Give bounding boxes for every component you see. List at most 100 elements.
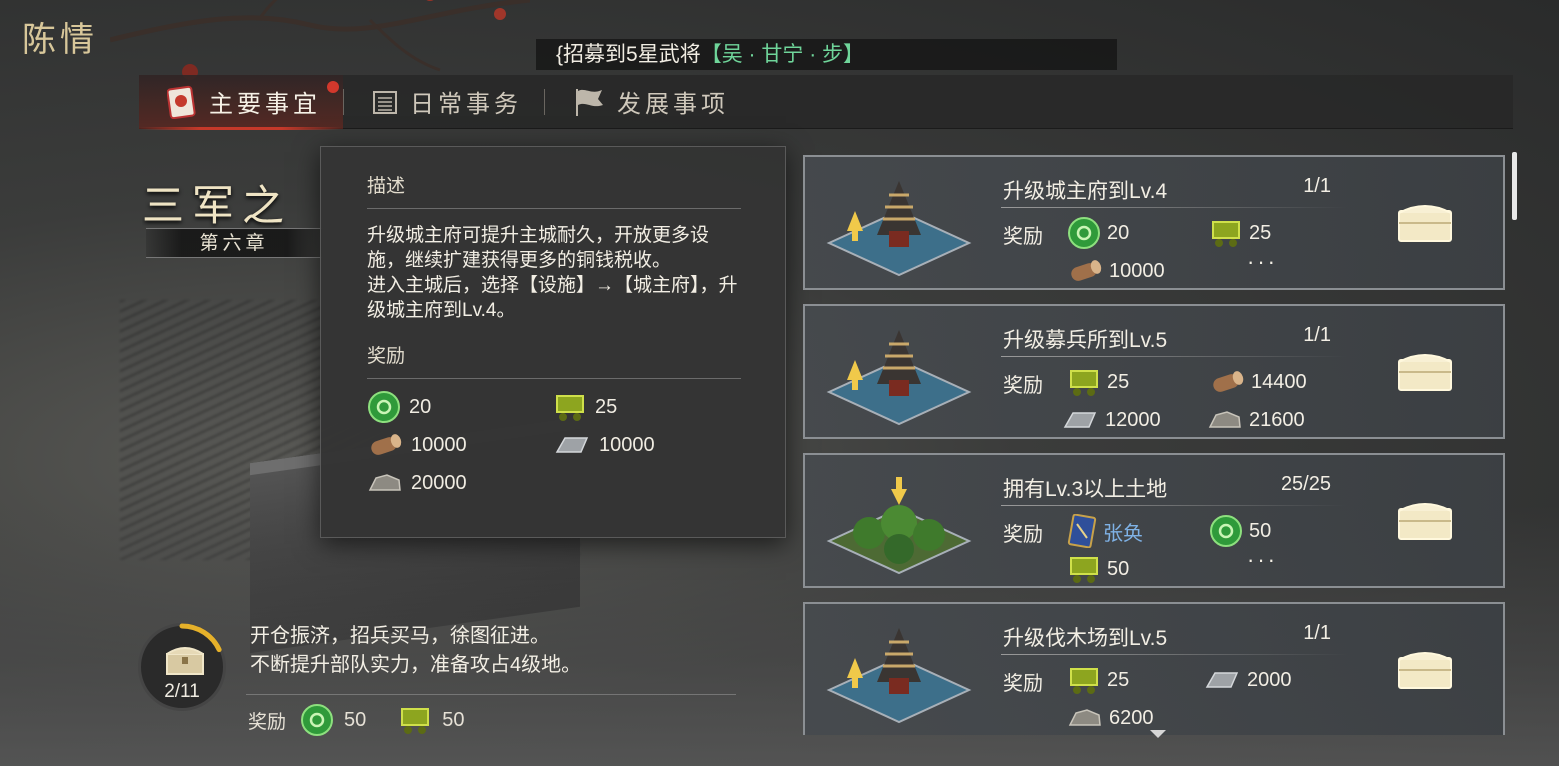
task-progress: 1/1 [1303,324,1331,346]
task-title: 拥有Lv.3以上土地 [1003,478,1168,501]
stone-icon [368,474,401,491]
document-icon [167,85,196,119]
scroll-down-indicator [1150,730,1166,738]
iron-ingot-icon [555,437,589,453]
reward-item: 12000 [1061,405,1161,435]
reward-item: 20 [1067,217,1130,249]
reward-value: 25 [1249,221,1272,244]
reward-item: 20000 [367,469,553,497]
reward-item[interactable]: 张奂 [1067,514,1143,548]
calendar-icon [373,90,397,114]
reward-value: 10000 [599,433,655,456]
divider [1001,505,1347,506]
divider [367,378,741,379]
reward-value: 25 [595,395,618,418]
description-text: 升级城主府可提升主城耐久，开放更多设施，继续扩建获得更多的铜钱税收。 [367,225,710,271]
divider [367,208,741,209]
reward-item: 25 [1209,218,1271,248]
stone-icon [1068,709,1101,726]
tab-label: 日常事务 [410,90,522,118]
reward-value: 12000 [1105,408,1161,431]
reward-item: 2000 [1203,665,1292,695]
tab-bar: 主要事宜 日常事务 发展事项 [139,74,1513,130]
task-title: 升级城主府到Lv.4 [1003,180,1168,203]
reward-value: 50 [344,708,367,731]
task-card[interactable]: 升级募兵所到Lv.5 1/1 奖励 25 14400 12000 21600 [803,304,1505,439]
notification-dot [327,80,339,93]
reward-item: 6200 [1067,703,1154,733]
reward-item: 14400 [1209,367,1307,397]
reward-chest-button[interactable] [1395,497,1455,543]
iron-ingot-icon [1205,672,1239,688]
reward-item: 25 [553,393,739,421]
chapter-story: 开仓振济，招兵买马，徐图征进。 不断提升部队实力，准备攻占4级地。 [250,622,581,680]
grain-cart-icon [1070,668,1098,694]
chapter-chest-progress[interactable]: 2/11 [138,623,226,711]
grain-cart-icon [1070,557,1098,583]
reward-label: 奖励 [1003,673,1043,695]
reward-item: 20 [367,391,553,423]
wood-log-icon [371,434,402,455]
grain-cart-icon [556,395,584,421]
description-heading: 描述 [367,176,406,197]
reward-item: 25 [1067,367,1129,397]
reward-value: 6200 [1109,706,1154,729]
reward-value: 10000 [411,433,467,456]
chapter-progress-count: 2/11 [164,681,200,702]
reward-value: 20000 [411,471,467,494]
reward-chest-button[interactable] [1395,348,1455,394]
task-card[interactable]: 拥有Lv.3以上土地 25/25 奖励 张奂 50 50 ··· [803,453,1505,588]
reward-value: 20 [1107,221,1130,244]
building-upgrade-thumbnail [826,628,972,724]
story-line: 不断提升部队实力，准备攻占4级地。 [250,654,582,676]
task-card[interactable]: 升级伐木场到Lv.5 1/1 奖励 25 2000 6200 [803,602,1505,735]
tab-main-affairs[interactable]: 主要事宜 [139,74,343,130]
reward-item: 10000 [1067,256,1165,286]
task-list-scrollbar[interactable] [1512,152,1517,220]
page-title: 陈情 [22,20,98,60]
reward-label: 奖励 [248,711,287,733]
flag-icon [576,88,603,116]
reward-label: 奖励 [1003,226,1043,248]
jade-icon [1068,217,1100,249]
ticker-text: {招募到5星武将 [556,43,701,66]
tab-daily-affairs[interactable]: 日常事务 [344,75,544,129]
more-rewards-indicator[interactable]: ··· [1247,547,1278,573]
reward-heading: 奖励 [367,346,406,367]
reward-value: 50 [1107,557,1130,580]
task-progress: 25/25 [1280,473,1331,495]
task-card[interactable]: 升级城主府到Lv.4 1/1 奖励 20 25 10000 ··· [803,155,1505,290]
reward-item: 50 [1209,515,1271,547]
reward-value: 14400 [1251,370,1307,393]
reward-value: 25 [1107,668,1130,691]
reward-label: 奖励 [1003,524,1043,546]
tab-label: 发展事项 [617,90,729,118]
reward-value: 50 [442,708,465,731]
chest-icon [166,647,204,675]
wood-log-icon [1213,371,1244,392]
reward-chest-button[interactable] [1395,646,1455,692]
stone-icon [1208,411,1241,428]
divider [246,694,736,695]
task-list[interactable]: 升级城主府到Lv.4 1/1 奖励 20 25 10000 ··· 升级募兵所到… [803,155,1505,735]
reward-value: 2000 [1247,668,1292,691]
divider [1001,356,1347,357]
tab-development[interactable]: 发展事项 [545,75,751,129]
task-title: 升级募兵所到Lv.5 [1003,329,1168,352]
reward-value: 25 [1107,370,1130,393]
jade-icon [1210,515,1242,547]
reward-item: 25 [1067,665,1129,695]
jade-icon [301,704,334,736]
reward-chest-button[interactable] [1395,199,1455,245]
reward-item: 21600 [1207,405,1305,435]
reward-value: 10000 [1109,259,1165,282]
tab-label: 主要事宜 [209,90,321,118]
chapter-reward: 奖励 50 50 [248,703,465,737]
iron-ingot-icon [1063,412,1097,428]
more-rewards-indicator[interactable]: ··· [1247,249,1278,275]
grain-cart-icon [1070,370,1098,396]
building-upgrade-thumbnail [826,330,972,426]
task-title: 升级伐木场到Lv.5 [1003,627,1168,650]
reward-item: 10000 [367,431,553,459]
reward-item: 50 [1067,554,1129,584]
